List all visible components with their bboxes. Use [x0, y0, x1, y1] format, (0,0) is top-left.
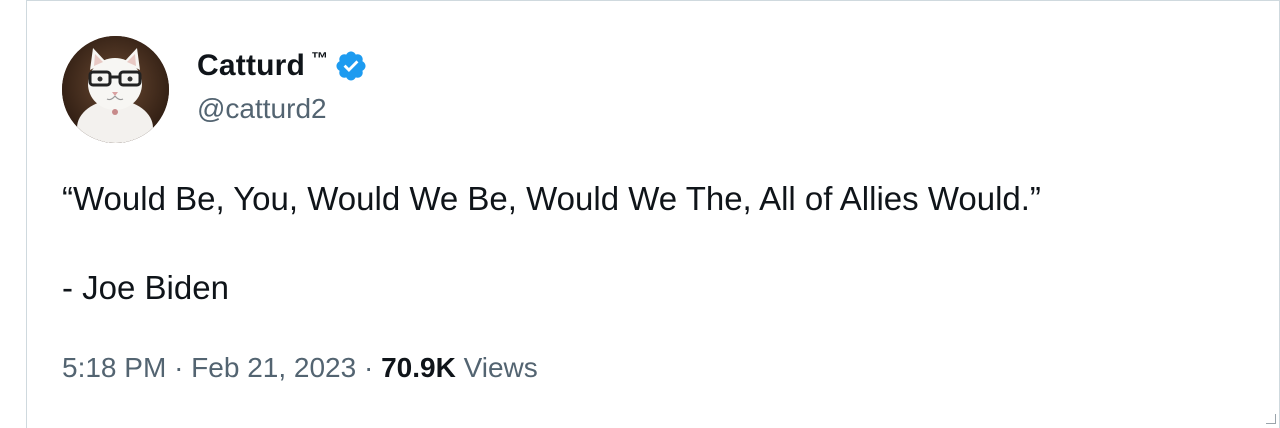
meta-separator: · [174, 352, 184, 383]
window-left-border [0, 0, 27, 428]
tweet-text: “Would Be, You, Would We Be, Would We Th… [62, 180, 1041, 217]
meta-separator: · [363, 352, 374, 383]
avatar[interactable] [62, 36, 169, 143]
tweet-time-link[interactable]: 5:18 PM · Feb 21, 2023 [62, 352, 356, 383]
tweet-time: 5:18 PM [62, 352, 167, 383]
author-name-row[interactable]: Catturd ™ [197, 46, 368, 86]
cat-with-glasses-avatar-icon [62, 36, 169, 143]
resize-grip[interactable] [1266, 414, 1276, 424]
window-top-border [0, 0, 1280, 1]
views-link[interactable]: 70.9K Views [381, 352, 538, 383]
views-label: Views [463, 352, 538, 383]
trademark-symbol: ™ [311, 49, 329, 68]
verified-badge-icon [334, 49, 368, 83]
author-handle[interactable]: @catturd2 [197, 93, 327, 125]
tweet-attribution: - Joe Biden [62, 269, 229, 306]
tweet-date: Feb 21, 2023 [191, 352, 357, 383]
tweet-meta: 5:18 PM · Feb 21, 2023 · 70.9K Views [62, 352, 538, 384]
views-count: 70.9K [381, 352, 456, 383]
author-display-name[interactable]: Catturd [197, 49, 305, 83]
